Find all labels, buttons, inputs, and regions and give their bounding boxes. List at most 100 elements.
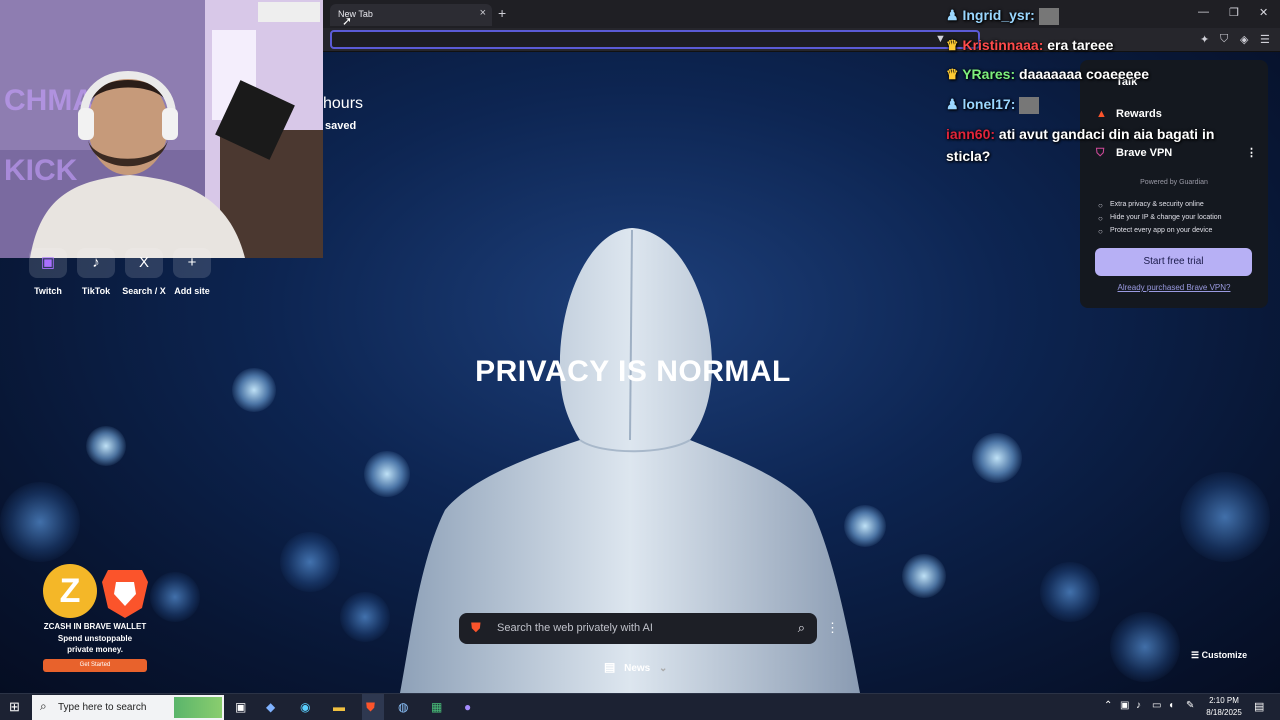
pen-icon[interactable]: ✎ <box>1186 700 1194 711</box>
start-free-trial-button[interactable]: Start free trial <box>1095 248 1252 276</box>
zcash-logo-icon: Z <box>43 564 97 618</box>
screen: New Tab × + — ❐ ✕ ▼ ✦ ⛉ ◈ ☰ hours saved … <box>0 0 1280 720</box>
webcam-overlay: CHMAN KICK <box>0 0 323 258</box>
chat-text: era tareee <box>1047 37 1114 53</box>
x-icon: X <box>125 248 163 278</box>
chat-username: Kristinnaaa: <box>962 37 1044 53</box>
chat-username: lonel17: <box>962 96 1016 112</box>
chat-message: iann60: ati avut gandaci din aia bagati … <box>946 126 1214 142</box>
chat-text: ati avut gandaci din aia bagati in <box>998 126 1215 142</box>
shortcut-x[interactable]: X Search / X <box>122 248 166 296</box>
customize-button[interactable]: ☰ Customize <box>1191 650 1247 661</box>
new-tab-button[interactable]: + <box>498 5 506 21</box>
powered-by: Powered by Guardian <box>1080 179 1268 186</box>
wallet-icon[interactable]: ◈ <box>1240 33 1248 46</box>
emote-icon <box>1019 96 1040 114</box>
vpn-feature: Hide your IP & change your location <box>1110 214 1222 221</box>
search-icon: ⌕ <box>40 699 47 713</box>
taskbar-search-input[interactable]: ⌕ Type here to search <box>32 695 224 720</box>
customize-label: Customize <box>1201 650 1248 660</box>
brave-shields-icon[interactable]: ▼ <box>935 33 946 45</box>
search-highlight-image <box>174 697 222 718</box>
stats-saved-label: saved <box>325 120 357 132</box>
brave-vpn-panel: Talk ▲ Rewards ⛉ Brave VPN ⋮ Powered by … <box>1080 60 1268 308</box>
vpn-title: Brave VPN <box>1116 147 1173 159</box>
chat-message: ♛ Kristinnaaa: era tareee <box>946 37 1113 54</box>
minimize-button[interactable]: — <box>1198 6 1209 18</box>
brave-lion-logo-icon <box>102 570 148 618</box>
task-view-icon[interactable]: ▣ <box>235 700 246 714</box>
steam-icon[interactable]: ◍ <box>398 700 408 714</box>
news-icon: ▤ <box>604 660 616 674</box>
tab-new-tab[interactable]: New Tab × <box>330 4 492 26</box>
shortcut-tiktok[interactable]: ♪ TikTok <box>74 248 118 296</box>
streamer-camera-image: CHMAN KICK <box>0 0 323 258</box>
wallet-promo-title: ZCASH IN BRAVE WALLET <box>43 622 147 631</box>
chat-username: YRares: <box>962 66 1016 82</box>
rewards-label[interactable]: Rewards <box>1116 108 1162 120</box>
clock-date[interactable]: 8/18/2025 <box>1200 708 1248 717</box>
notification-icon[interactable]: ▤ <box>1254 700 1264 713</box>
excel-icon[interactable]: ▦ <box>431 700 442 714</box>
tiktok-icon: ♪ <box>77 248 115 278</box>
chat-username: iann60: <box>946 126 996 142</box>
sliders-icon: ☰ <box>1191 650 1200 660</box>
discord-icon[interactable]: ● <box>464 700 471 714</box>
plus-icon: + <box>173 248 211 278</box>
vpn-more-icon[interactable]: ⋮ <box>1246 146 1257 159</box>
chat-badge-icon: ♛ <box>946 66 959 82</box>
chat-username: Ingrid_ysr: <box>962 7 1035 23</box>
vpn-shield-icon: ⛉ <box>1096 147 1105 159</box>
taskbar-search-placeholder: Type here to search <box>58 702 147 713</box>
feature-bullet-icon: ○ <box>1098 214 1103 223</box>
network-icon[interactable]: ▭ <box>1152 700 1161 711</box>
news-button[interactable]: ▤ News ⌄ <box>604 660 667 674</box>
search-options-icon[interactable]: ⋮ <box>826 620 839 636</box>
search-box[interactable]: ⛊ Search the web privately with AI ⌕ <box>459 613 817 644</box>
wallet-promo-line: private money. <box>67 645 123 654</box>
chat-message: ♟ Ingrid_ysr: <box>946 7 1059 25</box>
vpn-feature: Protect every app on your device <box>1110 227 1213 234</box>
windows-taskbar: ⊞ ⌕ Type here to search ▣ ◆ ◉ ▬ ⛊ ◍ ▦ ● … <box>0 693 1280 720</box>
chat-badge-icon: ♟ <box>946 96 959 112</box>
emote-icon <box>1038 7 1059 25</box>
chevron-down-icon: ⌄ <box>659 663 668 674</box>
shortcut-label: TikTok <box>81 286 111 296</box>
windows-start-icon[interactable]: ⊞ <box>9 699 20 715</box>
shortcut-label: Add site <box>174 286 210 296</box>
copilot-icon[interactable]: ◉ <box>300 700 310 714</box>
feature-bullet-icon: ○ <box>1098 201 1103 210</box>
speaker-icon[interactable]: ◖ <box>1168 700 1174 711</box>
tray-app-icon[interactable]: ▣ <box>1120 700 1129 711</box>
tray-chevron-up-icon[interactable]: ⌃ <box>1104 700 1112 711</box>
leo-ai-icon[interactable]: ✦ <box>1200 33 1209 46</box>
mouse-cursor-icon: ➚ <box>342 14 353 28</box>
search-icon[interactable]: ⌕ <box>798 620 805 636</box>
shortcut-label: Twitch <box>34 286 62 296</box>
app-icon[interactable]: ◆ <box>266 700 275 714</box>
close-window-button[interactable]: ✕ <box>1259 6 1268 19</box>
restore-button[interactable]: ❐ <box>1229 6 1239 19</box>
tab-close-icon[interactable]: × <box>480 7 486 19</box>
file-explorer-icon[interactable]: ▬ <box>333 700 345 714</box>
hero-headline: PRIVACY IS NORMAL <box>475 355 791 388</box>
address-bar-input[interactable] <box>330 30 980 49</box>
twitch-icon: ▣ <box>29 248 67 278</box>
volume-icon[interactable]: ♪ <box>1136 700 1141 711</box>
vpn-shield-icon[interactable]: ⛉ <box>1220 33 1228 46</box>
news-label: News <box>624 663 651 674</box>
clock-time[interactable]: 2:10 PM <box>1200 696 1248 705</box>
get-started-button[interactable]: Get Started <box>43 659 147 672</box>
shortcut-twitch[interactable]: ▣ Twitch <box>26 248 70 296</box>
chat-text: daaaaaaa coaeeeee <box>1019 66 1150 82</box>
stats-time-saved: hours <box>323 95 364 112</box>
brave-logo-icon: ⛊ <box>471 620 481 635</box>
rewards-icon: ▲ <box>1096 108 1107 120</box>
chat-message: sticla? <box>946 148 990 164</box>
menu-icon[interactable]: ☰ <box>1260 33 1270 46</box>
already-purchased-link[interactable]: Already purchased Brave VPN? <box>1080 283 1268 292</box>
shortcut-add-site[interactable]: + Add site <box>170 248 214 296</box>
vpn-feature: Extra privacy & security online <box>1110 201 1204 208</box>
chat-text: sticla? <box>946 148 991 164</box>
powered-by-label: Powered by <box>1140 179 1178 186</box>
